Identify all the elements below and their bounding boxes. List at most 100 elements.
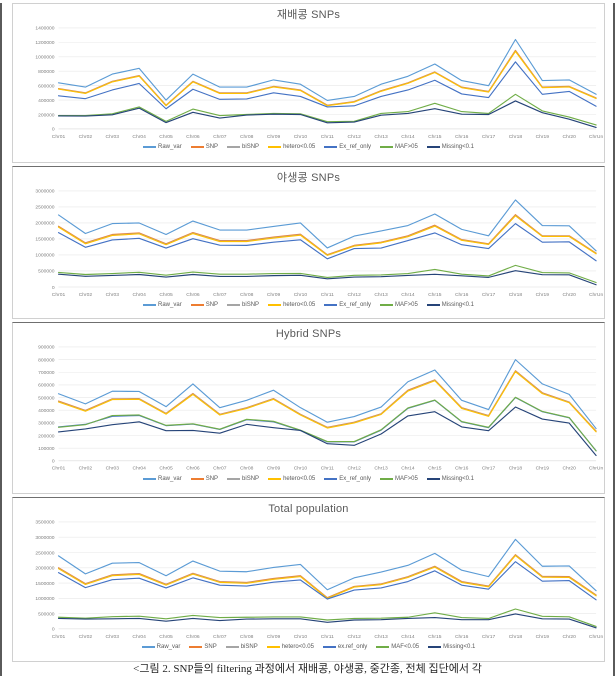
legend-item-Ex_ref_only[interactable]: Ex_ref_only xyxy=(324,144,371,150)
legend-item-Ex_ref_only[interactable]: Ex_ref_only xyxy=(324,302,371,308)
legend-swatch-icon xyxy=(190,145,204,148)
series-line-biSNP xyxy=(57,50,597,107)
legend-item-Missing<0.1[interactable]: Missing<0.1 xyxy=(426,301,474,308)
x-axis-tick: Chr07 xyxy=(213,292,227,298)
x-axis-tick: Chr09 xyxy=(267,466,281,472)
x-axis-tick: Chr01 xyxy=(52,292,66,298)
legend-label: MAF>05 xyxy=(394,143,418,150)
x-axis-tick: Chr04 xyxy=(132,292,146,298)
legend-label: Missing<0.1 xyxy=(441,475,474,482)
legend-swatch-icon xyxy=(266,645,280,648)
legend-swatch-icon xyxy=(426,477,440,480)
legend-item-Raw_var[interactable]: Raw_var xyxy=(143,144,182,150)
x-axis-tick: Chr11 xyxy=(321,292,334,298)
legend-item-SNP[interactable]: SNP xyxy=(190,301,219,308)
legend-label: MAF>05 xyxy=(394,475,418,482)
series-line-Raw_var xyxy=(57,359,597,430)
legend-swatch-icon xyxy=(426,145,440,148)
legend-label: Missing<0.1 xyxy=(441,301,474,308)
legend-item-MAF>05[interactable]: MAF>05 xyxy=(379,143,418,150)
legend-item-Missing<0.1[interactable]: Missing<0.1 xyxy=(426,475,474,482)
svg-text:1500000: 1500000 xyxy=(35,581,54,587)
legend-item-MAF>05[interactable]: MAF>05 xyxy=(379,475,418,482)
x-axis-tick: Chr02 xyxy=(79,634,93,640)
x-axis-tick: Chr07 xyxy=(213,634,227,640)
x-axis-tick: Chr01 xyxy=(52,466,66,472)
legend-item-hetero<0.05[interactable]: hetero<0.05 xyxy=(266,643,314,650)
legend-item-hetero<0.05[interactable]: hetero<0.05 xyxy=(268,302,315,308)
figure-page: 재배콩 SNPs 0 200000 400000 600000 800000 100000… xyxy=(0,3,615,676)
x-axis-tick: Chr04 xyxy=(132,634,146,640)
x-axis-tick: Chr03 xyxy=(106,466,120,472)
x-axis-tick: Chr08 xyxy=(240,634,254,640)
plot-svg-wild: 0 500000 1000000 1500000 2000000 2500000 30000… xyxy=(35,189,603,298)
svg-text:2500000: 2500000 xyxy=(35,205,54,211)
x-axis-tick: Chr08 xyxy=(240,292,254,298)
x-axis-tick: Chr15 xyxy=(428,134,442,140)
legend-label: hetero<0.05 xyxy=(283,475,316,482)
series-line-biSNP xyxy=(57,214,597,256)
x-axis-tick: Chr14 xyxy=(401,134,415,140)
legend-item-hetero<0.05[interactable]: hetero<0.05 xyxy=(268,476,315,482)
legend-item-Missing<0.1[interactable]: Missing<0.1 xyxy=(426,144,474,150)
legend-item-Ex_ref_only[interactable]: Ex_ref_only xyxy=(324,476,371,482)
x-axis-tick: Chr09 xyxy=(267,292,281,298)
svg-text:500000: 500000 xyxy=(38,395,55,401)
legend-label: MAF>05 xyxy=(394,301,418,308)
x-axis-tick: ChrUn xyxy=(589,134,604,140)
x-axis-tick: Chr05 xyxy=(159,466,173,472)
chart-title-total: Total population xyxy=(268,503,349,515)
legend-item-hetero<0.05[interactable]: hetero<0.05 xyxy=(268,144,315,150)
series-line-Raw_var xyxy=(57,199,597,252)
plot-wild: 0 500000 1000000 1500000 2000000 2500000 30000… xyxy=(13,187,604,301)
legend-item-MAF<0.05[interactable]: MAF<0.05 xyxy=(376,644,419,650)
svg-text:800000: 800000 xyxy=(38,357,55,363)
x-axis-tick: Chr15 xyxy=(428,634,442,640)
chart-card-cultivated: 재배콩 SNPs 0 200000 400000 600000 800000 100000… xyxy=(12,3,605,163)
series-line-hetero<0.05 xyxy=(57,215,597,256)
x-axis-tick: Chr07 xyxy=(213,466,227,472)
svg-text:1000000: 1000000 xyxy=(35,253,54,259)
legend-cultivated: Raw_var SNP biSNP hetero<0.05 Ex_ref_only MAF… xyxy=(13,143,604,154)
legend-item-Raw_var[interactable]: Raw_var xyxy=(141,644,180,650)
legend-item-Raw_var[interactable]: Raw_var xyxy=(143,476,182,482)
svg-text:600000: 600000 xyxy=(38,83,55,89)
svg-text:500000: 500000 xyxy=(38,269,55,275)
legend-wild: Raw_var SNP biSNP hetero<0.05 Ex_ref_only MAF… xyxy=(13,301,604,312)
legend-item-SNP[interactable]: SNP xyxy=(189,644,217,650)
x-axis-tick: Chr17 xyxy=(482,466,496,472)
legend-label: Ex_ref_only xyxy=(339,301,371,308)
legend-item-biSNP[interactable]: biSNP xyxy=(227,476,259,482)
legend-label: SNP xyxy=(205,301,219,308)
legend-label: biSNP xyxy=(242,143,260,150)
legend-item-biSNP[interactable]: biSNP xyxy=(227,144,259,150)
x-axis-tick: Chr12 xyxy=(347,634,361,640)
legend-item-SNP[interactable]: SNP xyxy=(190,476,218,482)
x-axis-tick: Chr13 xyxy=(374,292,388,298)
svg-text:500000: 500000 xyxy=(38,611,55,617)
legend-item-MAF>05[interactable]: MAF>05 xyxy=(379,301,418,308)
legend-item-ex.ref_only[interactable]: ex.ref_only xyxy=(322,644,367,650)
x-axis-tick: Chr12 xyxy=(347,466,361,472)
x-axis-tick: Chr14 xyxy=(401,466,415,472)
x-axis-tick: Chr06 xyxy=(186,292,200,298)
legend-item-Raw_var[interactable]: Raw_var xyxy=(143,302,182,308)
legend-item-SNP[interactable]: SNP xyxy=(190,144,218,150)
x-axis-tick: Chr05 xyxy=(159,134,173,140)
legend-label: hetero<0.05 xyxy=(281,643,314,650)
chart-card-wild: 야생콩 SNPs 0 500000 1000000 1500000 2000000 250… xyxy=(12,166,605,319)
legend-swatch-icon xyxy=(428,645,442,648)
svg-text:1500000: 1500000 xyxy=(35,237,54,243)
x-axis-tick: Chr19 xyxy=(536,634,550,640)
svg-text:3000000: 3000000 xyxy=(35,535,54,541)
svg-text:2500000: 2500000 xyxy=(35,550,54,556)
legend-item-biSNP[interactable]: biSNP xyxy=(225,644,258,650)
chart-card-total: Total population 0 500000 1000000 1500000 20… xyxy=(12,497,605,662)
legend-total: Raw_var SNP biSNP hetero<0.05 ex.ref_only MAF… xyxy=(13,643,604,654)
legend-item-Missing<0.1[interactable]: Missing<0.1 xyxy=(428,644,475,650)
legend-swatch-icon xyxy=(268,477,282,480)
svg-text:1000000: 1000000 xyxy=(35,55,54,61)
svg-text:0: 0 xyxy=(52,459,55,465)
legend-item-biSNP[interactable]: biSNP xyxy=(227,302,259,308)
legend-swatch-icon xyxy=(268,145,282,148)
